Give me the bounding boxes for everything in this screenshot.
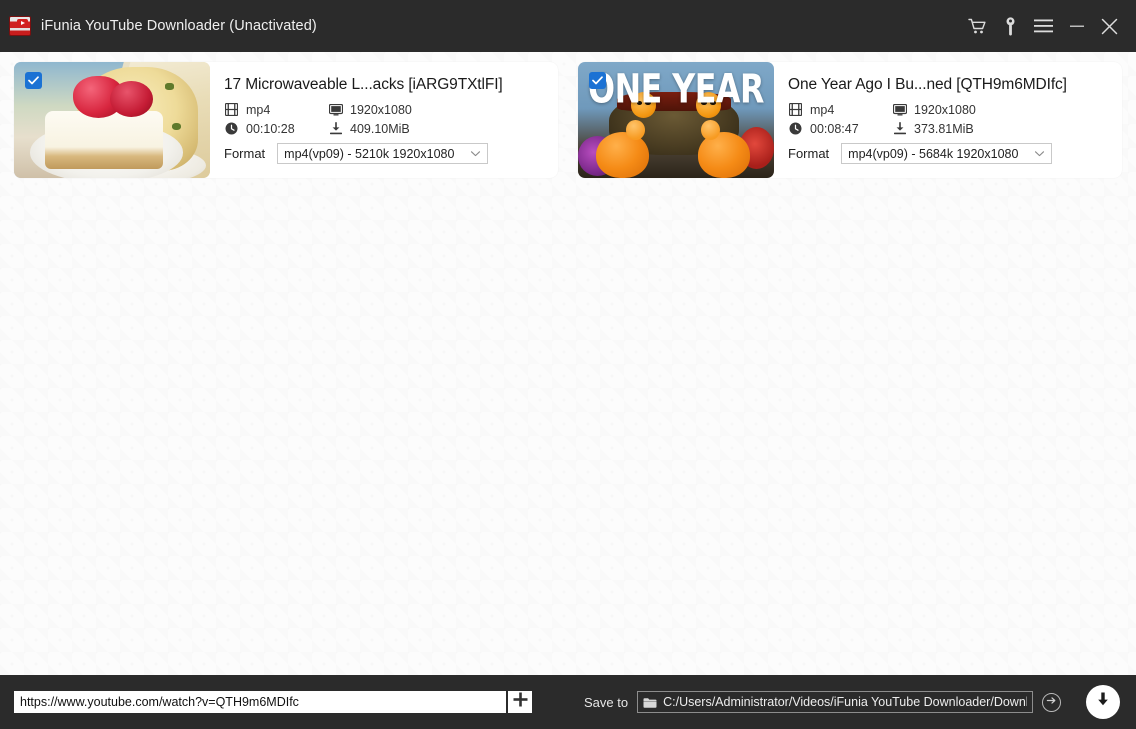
video-title: 17 Microwaveable L...acks [iARG9TXtlFI] [224, 76, 503, 93]
thumbnail-overlay-text: ONE YEAR [588, 65, 764, 113]
monitor-icon [328, 102, 343, 117]
thumb-decor [595, 119, 649, 178]
select-video-checkbox[interactable] [25, 72, 42, 89]
video-resolution-text: 1920x1080 [914, 102, 976, 117]
activate-key-button[interactable] [994, 6, 1027, 46]
select-video-checkbox[interactable] [589, 72, 606, 89]
monitor-icon [892, 102, 907, 117]
format-label: Format [224, 146, 266, 161]
video-format-type: mp4 [788, 102, 892, 117]
video-resolution-text: 1920x1080 [350, 102, 412, 117]
video-meta-row: 00:10:28 409.10MiB [224, 121, 544, 136]
video-duration-text: 00:10:28 [246, 121, 295, 136]
cart-icon [968, 18, 987, 35]
film-icon [788, 102, 803, 117]
download-size-icon [328, 121, 343, 136]
video-filesize: 409.10MiB [328, 121, 410, 136]
bottom-bar: Save to C:/Users/Administrator/Videos/iF… [0, 675, 1136, 729]
video-meta-row: 00:08:47 373.81MiB [788, 121, 1108, 136]
thumb-decor [697, 119, 751, 178]
video-format-type-text: mp4 [246, 102, 271, 117]
thumb-decor [171, 122, 182, 131]
video-filesize-text: 373.81MiB [914, 121, 974, 136]
format-dropdown-value: mp4(vp09) - 5684k 1920x1080 [848, 146, 1019, 161]
plus-icon [513, 692, 528, 712]
format-dropdown[interactable]: mp4(vp09) - 5210k 1920x1080 [277, 143, 489, 164]
video-filesize: 373.81MiB [892, 121, 974, 136]
chevron-down-icon [470, 148, 481, 159]
video-card[interactable]: 17 Microwaveable L...acks [iARG9TXtlFI] … [14, 62, 558, 178]
title-bar: iFunia YouTube Downloader (Unactivated) [0, 0, 1136, 52]
save-path-box[interactable]: C:/Users/Administrator/Videos/iFunia You… [637, 691, 1034, 713]
main-content-area: 17 Microwaveable L...acks [iARG9TXtlFI] … [0, 52, 1136, 675]
download-button[interactable] [1086, 685, 1120, 719]
video-duration-text: 00:08:47 [810, 121, 859, 136]
url-input[interactable] [14, 691, 506, 713]
format-label: Format [788, 146, 830, 161]
cart-button[interactable] [961, 6, 994, 46]
check-icon [28, 76, 39, 85]
video-info: 17 Microwaveable L...acks [iARG9TXtlFI] … [210, 62, 558, 178]
save-to-label: Save to [584, 694, 629, 710]
folder-icon [643, 696, 657, 708]
video-resolution: 1920x1080 [328, 102, 412, 117]
app-logo-icon [9, 16, 31, 36]
check-icon [592, 76, 603, 85]
key-icon [1005, 16, 1016, 36]
clock-icon [788, 121, 803, 136]
open-folder-button[interactable] [1042, 692, 1062, 712]
video-format-type: mp4 [224, 102, 328, 117]
video-duration: 00:08:47 [788, 121, 892, 136]
minimize-icon [1069, 20, 1085, 32]
thumb-decor [165, 83, 174, 90]
format-row: Format mp4(vp09) - 5684k 1920x1080 [788, 143, 1108, 164]
video-info: One Year Ago I Bu...ned [QTH9m6MDIfc] mp… [774, 62, 1122, 178]
download-size-icon [892, 121, 907, 136]
app-title: iFunia YouTube Downloader (Unactivated) [41, 18, 317, 34]
video-thumbnail[interactable]: ONE YEAR [578, 62, 774, 178]
save-path-text: C:/Users/Administrator/Videos/iFunia You… [663, 695, 1028, 709]
format-dropdown[interactable]: mp4(vp09) - 5684k 1920x1080 [841, 143, 1053, 164]
download-icon [1094, 690, 1112, 714]
video-meta-row: mp4 1920x1080 [788, 102, 1108, 117]
video-meta-row: mp4 1920x1080 [224, 102, 544, 117]
close-button[interactable] [1093, 6, 1126, 46]
chevron-down-icon [1034, 148, 1045, 159]
video-card-list: 17 Microwaveable L...acks [iARG9TXtlFI] … [14, 62, 1122, 178]
close-icon [1101, 18, 1118, 35]
arrow-right-icon [1046, 693, 1057, 711]
thumb-decor [110, 80, 154, 117]
hamburger-menu-icon [1034, 19, 1053, 33]
menu-button[interactable] [1027, 6, 1060, 46]
format-dropdown-value: mp4(vp09) - 5210k 1920x1080 [284, 146, 455, 161]
minimize-button[interactable] [1060, 6, 1093, 46]
thumb-decor [45, 110, 163, 169]
video-title: One Year Ago I Bu...ned [QTH9m6MDIfc] [788, 76, 1067, 93]
video-filesize-text: 409.10MiB [350, 121, 410, 136]
video-card[interactable]: ONE YEAR One Year Ago I Bu...ned [QTH9m6… [578, 62, 1122, 178]
video-resolution: 1920x1080 [892, 102, 976, 117]
window-controls [961, 0, 1136, 52]
clock-icon [224, 121, 239, 136]
video-format-type-text: mp4 [810, 102, 835, 117]
video-duration: 00:10:28 [224, 121, 328, 136]
film-icon [224, 102, 239, 117]
video-thumbnail[interactable] [14, 62, 210, 178]
add-url-button[interactable] [508, 691, 532, 713]
format-row: Format mp4(vp09) - 5210k 1920x1080 [224, 143, 544, 164]
